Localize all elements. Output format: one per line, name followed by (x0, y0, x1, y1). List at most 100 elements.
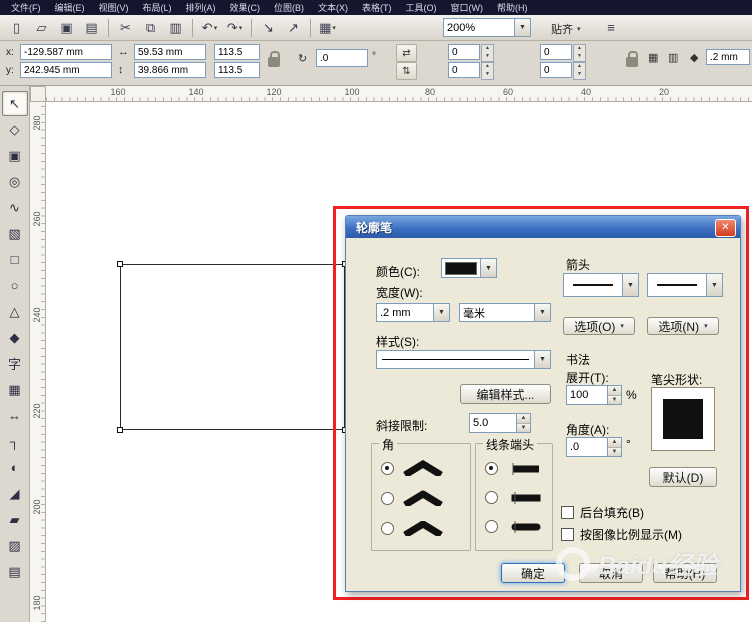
corner-lock-icon[interactable] (626, 51, 638, 67)
stretch-spinner[interactable]: ▲▼ (566, 385, 622, 405)
cap-square-option[interactable] (485, 491, 545, 504)
polygon-tool[interactable]: △ (2, 299, 28, 324)
scale-lock-icon[interactable] (268, 51, 280, 67)
spinner-up-icon[interactable]: ▲ (517, 414, 530, 423)
color-combo[interactable]: ▼ (441, 258, 497, 278)
ruler-origin-corner[interactable] (30, 86, 46, 102)
blend-tool[interactable]: ◐ (2, 455, 28, 480)
wrap-text-icon[interactable]: ▦ (648, 51, 658, 64)
default-button[interactable]: 默认(D) (649, 467, 717, 487)
menu-item[interactable]: 编辑(E) (48, 1, 92, 14)
stretch-input[interactable] (566, 385, 608, 405)
behind-fill-option[interactable]: 后台填充(B) (561, 504, 644, 521)
cap-butt-radio[interactable] (485, 462, 498, 475)
cancel-button[interactable]: 取消 (579, 563, 643, 583)
object-height-input[interactable] (134, 62, 206, 78)
paste-icon[interactable]: ▥ (164, 17, 187, 39)
options-icon[interactable]: ≡ (600, 18, 622, 37)
miter-limit-input[interactable] (469, 413, 517, 433)
outline-width-input[interactable] (706, 49, 750, 65)
text-wrap-options-icon[interactable]: ▥ (668, 51, 678, 64)
spinner-down-icon[interactable]: ▼ (608, 394, 621, 404)
spinner-down-icon[interactable]: ▼ (517, 422, 530, 432)
scale-h-input[interactable] (214, 44, 260, 60)
width-unit-combo[interactable]: 毫米 ▼ (459, 303, 551, 322)
arrow-start-combo[interactable]: ▼ (563, 273, 639, 297)
arrow-end-combo[interactable]: ▼ (647, 273, 723, 297)
connector-tool[interactable]: ┐ (2, 429, 28, 454)
crop-tool[interactable]: ▣ (2, 143, 28, 168)
shape-tool[interactable]: ◇ (2, 117, 28, 142)
dropdown-arrow-icon[interactable]: ▾ (239, 24, 243, 32)
table-tool[interactable]: ▦ (2, 377, 28, 402)
dimension-tool[interactable]: ↔ (2, 403, 28, 428)
corner-radius-input-2[interactable] (448, 62, 480, 78)
scale-with-image-option[interactable]: 按图像比例显示(M) (561, 526, 682, 543)
node-handle-top-left[interactable] (117, 261, 123, 267)
scale-v-input[interactable] (214, 62, 260, 78)
cap-butt-option[interactable] (485, 462, 545, 475)
menu-item[interactable]: 文本(X) (311, 1, 355, 14)
drawn-rectangle[interactable] (120, 264, 345, 430)
eyedropper-tool[interactable]: ◢ (2, 481, 28, 506)
x-position-input[interactable] (20, 44, 112, 60)
corner-miter-radio[interactable] (381, 461, 394, 475)
spinner-down-icon[interactable]: ▼ (608, 446, 621, 456)
scale-with-image-checkbox[interactable] (561, 528, 574, 541)
cut-icon[interactable]: ✂ (114, 17, 137, 39)
object-width-input[interactable] (134, 44, 206, 60)
angle-input[interactable] (566, 437, 608, 457)
menu-item[interactable]: 窗口(W) (444, 1, 491, 14)
miter-limit-spinner[interactable]: ▲▼ (469, 413, 531, 433)
cap-square-radio[interactable] (485, 491, 498, 504)
ellipse-tool[interactable]: ○ (2, 273, 28, 298)
corner-radius-input-1[interactable] (448, 44, 480, 60)
rotation-angle-input[interactable] (316, 49, 368, 67)
line-style-combo[interactable]: ▼ (376, 350, 551, 369)
ruler-horizontal[interactable]: 160 140 120 100 80 60 40 20 (46, 86, 752, 102)
new-document-icon[interactable]: ▯ (5, 17, 28, 39)
spinner-up-icon[interactable]: ▲ (608, 386, 621, 395)
corner-spinner-4[interactable]: ▲ ▼ (573, 62, 586, 80)
menu-item[interactable]: 排列(A) (179, 1, 223, 14)
mirror-horizontal-button[interactable]: ⇄ (396, 44, 417, 62)
fill-tool[interactable]: ▨ (2, 533, 28, 558)
edit-style-button[interactable]: 编辑样式... (460, 384, 551, 404)
corner-spinner-3[interactable]: ▲ ▼ (573, 44, 586, 62)
menu-item[interactable]: 表格(T) (355, 1, 399, 14)
outline-pen-tool[interactable]: ▰ (2, 507, 28, 532)
snap-dropdown[interactable]: 贴齐 ▾ (545, 18, 587, 39)
text-tool[interactable]: 字 (2, 351, 28, 376)
close-icon[interactable]: ✕ (715, 219, 736, 237)
menu-item[interactable]: 文件(F) (4, 1, 48, 14)
corner-bevel-radio[interactable] (381, 521, 394, 535)
undo-icon[interactable]: ↶ ▾ (198, 17, 221, 39)
dropdown-arrow-icon[interactable]: ▼ (706, 274, 722, 296)
zoom-level-combo[interactable]: 200% ▼ (443, 18, 531, 37)
node-handle-bottom-left[interactable] (117, 427, 123, 433)
menu-item[interactable]: 位图(B) (267, 1, 311, 14)
menu-item[interactable]: 效果(C) (223, 1, 268, 14)
freehand-tool[interactable]: ∿ (2, 195, 28, 220)
menu-item[interactable]: 工具(O) (399, 1, 444, 14)
cap-round-option[interactable] (485, 520, 545, 533)
dropdown-arrow-icon[interactable]: ▼ (514, 19, 530, 36)
export-icon[interactable]: ↗ (282, 17, 305, 39)
cap-round-radio[interactable] (485, 520, 498, 533)
width-value-combo[interactable]: .2 mm ▼ (376, 303, 450, 322)
ruler-vertical[interactable]: 280 260 240 220 200 180 (30, 102, 46, 622)
options-o-button[interactable]: 选项(O) ▾ (563, 317, 635, 335)
smart-fill-tool[interactable]: ▧ (2, 221, 28, 246)
corner-spinner-2[interactable]: ▲ ▼ (481, 62, 494, 80)
dialog-titlebar[interactable]: 轮廓笔 ✕ (346, 216, 740, 238)
print-icon[interactable]: ▤ (80, 17, 103, 39)
save-icon[interactable]: ▣ (55, 17, 78, 39)
redo-icon[interactable]: ↷ ▾ (223, 17, 246, 39)
menu-item[interactable]: 帮助(H) (490, 1, 535, 14)
rectangle-tool[interactable]: □ (2, 247, 28, 272)
app-launcher-icon[interactable]: ▦ ▾ (316, 17, 339, 39)
corner-round-radio[interactable] (381, 491, 394, 505)
help-button[interactable]: 帮助(H) (653, 563, 717, 583)
corner-radius-input-3[interactable] (540, 44, 572, 60)
menu-item[interactable]: 视图(V) (92, 1, 136, 14)
